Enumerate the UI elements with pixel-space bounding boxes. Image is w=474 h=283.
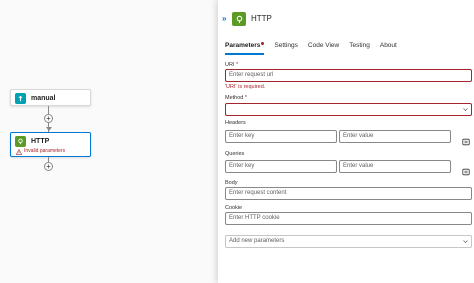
warning-icon [16, 148, 22, 155]
query-key-input[interactable]: Enter key [225, 160, 337, 173]
body-label: Body [225, 180, 238, 186]
chevron-down-icon [463, 240, 468, 243]
required-marker: * [244, 95, 248, 101]
delete-icon[interactable] [462, 163, 470, 176]
uri-label: URI * [225, 62, 238, 69]
tab-label: Parameters [225, 42, 261, 49]
uri-label-text: URI [225, 62, 235, 68]
trigger-icon [15, 93, 26, 104]
uri-input[interactable]: Enter request url [225, 69, 472, 82]
tab-parameters[interactable]: Parameters [225, 41, 265, 55]
workflow-canvas[interactable]: manual + HTTP Invalid parameters + [0, 0, 218, 283]
required-dot [261, 42, 265, 45]
trigger-title: manual [31, 95, 56, 102]
tab-code-view[interactable]: Code View [308, 41, 339, 54]
add-step-button[interactable]: + [44, 114, 53, 123]
uri-error: 'URI' is required. [225, 84, 266, 90]
tab-about[interactable]: About [380, 41, 397, 54]
delete-icon[interactable] [462, 133, 470, 146]
required-marker: * [236, 62, 239, 68]
panel-title[interactable]: HTTP [251, 14, 272, 24]
header-value-input[interactable]: Enter value [339, 130, 451, 143]
connector-arrow [45, 127, 52, 131]
action-error-text: Invalid parameters [24, 148, 66, 154]
trigger-card-manual[interactable]: manual [10, 89, 91, 106]
cookie-input[interactable]: Enter HTTP cookie [225, 212, 472, 225]
method-select[interactable] [225, 103, 472, 116]
body-input[interactable]: Enter request content [225, 187, 472, 200]
panel-tabs: Parameters Settings Code View Testing Ab… [225, 41, 407, 55]
queries-label: Queries [225, 151, 245, 157]
action-card-http[interactable]: HTTP Invalid parameters [10, 132, 91, 157]
action-error: Invalid parameters [16, 148, 65, 155]
queries-row: Enter key Enter value [225, 160, 454, 173]
add-parameters-dropdown[interactable]: Add new parameters [225, 235, 472, 248]
tab-testing[interactable]: Testing [349, 41, 370, 54]
tab-settings[interactable]: Settings [274, 41, 298, 54]
http-icon [15, 136, 26, 147]
http-icon [232, 12, 246, 26]
add-step-button[interactable]: + [44, 162, 53, 171]
query-value-input[interactable]: Enter value [339, 160, 451, 173]
action-title: HTTP [31, 138, 50, 145]
method-label: Method * [225, 95, 247, 102]
headers-label: Headers [225, 120, 246, 126]
headers-row: Enter key Enter value [225, 130, 454, 143]
chevron-down-icon [463, 108, 468, 111]
method-label-text: Method [225, 95, 244, 101]
collapse-icon[interactable]: » [222, 14, 232, 24]
add-parameters-label: Add new parameters [229, 238, 285, 244]
cookie-label: Cookie [225, 205, 243, 211]
action-details-panel: » HTTP Parameters Settings Code View Tes… [218, 0, 474, 283]
header-key-input[interactable]: Enter key [225, 130, 337, 143]
